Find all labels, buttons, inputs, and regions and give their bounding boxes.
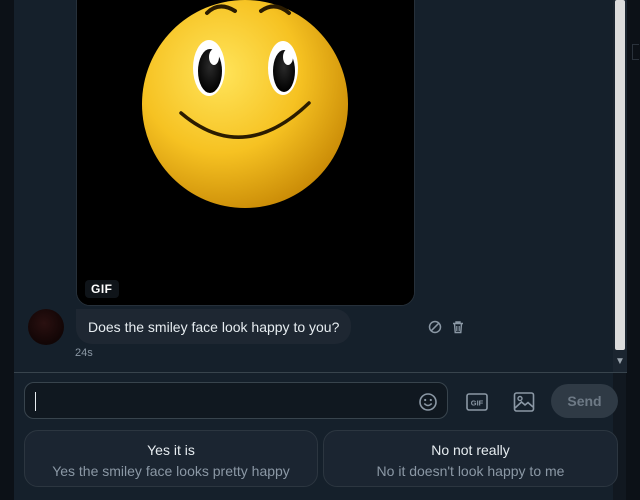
trash-icon[interactable] xyxy=(451,320,465,334)
svg-text:GIF: GIF xyxy=(471,399,484,408)
quick-reply-yes[interactable]: Yes it is Yes the smiley face looks pret… xyxy=(24,430,318,487)
smiley-face-gif-image xyxy=(77,0,414,305)
text-caret xyxy=(35,392,36,411)
message-timestamp: 24s xyxy=(75,347,93,359)
gif-badge: GIF xyxy=(85,280,119,298)
gif-message[interactable]: GIF xyxy=(76,0,415,306)
message-composer[interactable] xyxy=(24,382,448,419)
composer-divider xyxy=(14,372,627,373)
image-icon[interactable] xyxy=(512,390,536,414)
gif-icon[interactable]: GIF xyxy=(465,390,489,414)
right-edge xyxy=(626,0,640,500)
block-icon[interactable] xyxy=(428,320,442,334)
quick-reply-title: Yes it is xyxy=(147,442,195,458)
message-text: Does the smiley face look happy to you? xyxy=(88,318,340,335)
scrollbar[interactable]: ▼ xyxy=(613,0,627,372)
avatar[interactable] xyxy=(28,309,64,345)
quick-reply-title: No not really xyxy=(431,442,510,458)
send-button[interactable]: Send xyxy=(551,384,618,418)
message-bubble: Does the smiley face look happy to you? xyxy=(76,309,352,344)
scrollbar-thumb[interactable] xyxy=(615,0,625,350)
edge-marker xyxy=(632,44,639,60)
message-actions xyxy=(428,320,465,334)
quick-reply-no[interactable]: No not really No it doesn't look happy t… xyxy=(323,430,618,487)
chevron-down-icon[interactable]: ▼ xyxy=(613,354,627,370)
quick-reply-subtitle: Yes the smiley face looks pretty happy xyxy=(52,463,290,479)
emoji-icon[interactable] xyxy=(418,392,438,412)
message-input[interactable] xyxy=(35,389,419,414)
left-edge xyxy=(0,0,14,500)
quick-reply-subtitle: No it doesn't look happy to me xyxy=(376,463,565,479)
